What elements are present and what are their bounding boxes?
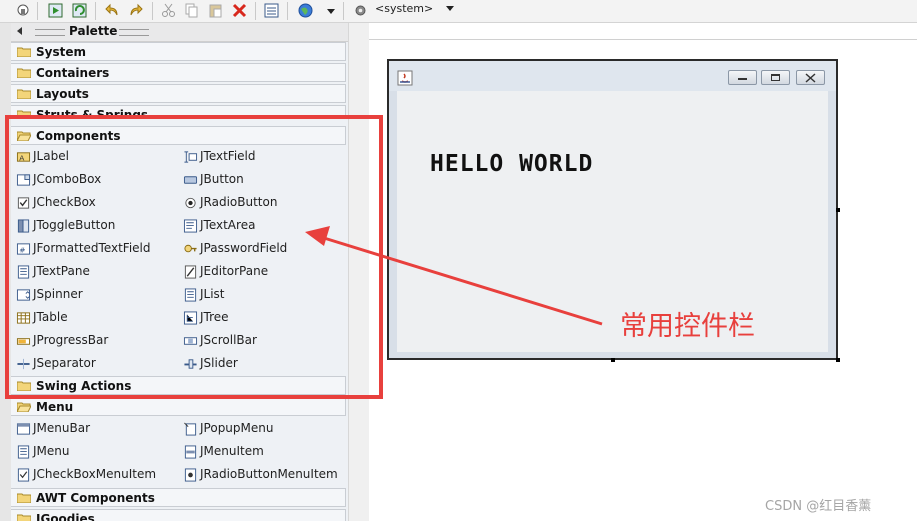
hello-label[interactable]: HELLO WORLD — [430, 151, 593, 177]
toolbar-separator — [95, 2, 96, 20]
palette-item-label: JMenuBar — [33, 421, 91, 435]
folder-icon — [17, 514, 31, 521]
category-awt-components[interactable]: AWT Components — [11, 488, 346, 507]
folder-icon — [17, 493, 31, 503]
folder-icon — [17, 47, 31, 57]
menu-icon — [17, 445, 30, 459]
undo-icon[interactable] — [104, 2, 121, 19]
toolbar-separator — [152, 2, 153, 20]
delete-icon[interactable] — [231, 2, 248, 19]
palette-item[interactable]: JCheckBoxMenuItem — [16, 465, 176, 485]
category-system[interactable]: System — [11, 42, 346, 61]
category-label: Containers — [36, 66, 110, 80]
design-icon[interactable] — [47, 2, 64, 19]
category-label: System — [36, 45, 86, 59]
toolbar-separator — [287, 2, 288, 20]
popupmenu-icon — [184, 422, 197, 436]
resize-handle[interactable] — [836, 208, 840, 212]
category-label: JGoodies — [36, 512, 95, 521]
palette-item-label: JPopupMenu — [200, 421, 274, 435]
minimize-icon[interactable] — [728, 70, 757, 85]
toolbar-separator — [255, 2, 256, 20]
menuitem-icon — [184, 445, 197, 459]
cut-icon[interactable] — [160, 2, 177, 19]
annotation-text: 常用控件栏 — [620, 311, 755, 342]
settings-icon[interactable] — [352, 2, 369, 19]
annotation-arrow — [305, 226, 603, 326]
paste-icon[interactable] — [207, 2, 224, 19]
palette-item-label: JMenuItem — [200, 444, 264, 458]
palette-item-label: JMenu — [33, 444, 70, 458]
palette-item[interactable]: JMenu — [16, 442, 176, 462]
palette-title: Palette — [69, 24, 118, 38]
look-and-feel-icon[interactable] — [297, 2, 314, 19]
look-and-feel-select[interactable]: <system> — [375, 2, 433, 15]
category-layouts[interactable]: Layouts — [11, 84, 346, 103]
folder-icon — [17, 89, 31, 99]
grip-icon[interactable] — [119, 29, 149, 36]
frame-title-bar[interactable] — [389, 61, 836, 91]
grip-icon[interactable] — [35, 29, 65, 36]
category-jgoodies[interactable]: JGoodies — [11, 509, 346, 521]
category-label: Menu — [36, 400, 74, 414]
palette-item[interactable]: JPopupMenu — [183, 419, 343, 439]
design-ruler-line — [369, 39, 917, 40]
chevron-down-icon[interactable] — [446, 6, 454, 11]
resize-handle[interactable] — [611, 358, 615, 362]
palette-header: Palette — [11, 23, 348, 42]
menubar-icon — [16, 423, 31, 435]
watermark: CSDN @红目香薰 — [765, 499, 872, 514]
folder-icon — [17, 68, 31, 78]
properties-icon[interactable] — [263, 2, 280, 19]
close-icon[interactable] — [796, 70, 825, 85]
resize-handle[interactable] — [836, 358, 840, 362]
category-containers[interactable]: Containers — [11, 63, 346, 82]
palette-item-label: JCheckBoxMenuItem — [33, 467, 157, 481]
toolbar-separator — [37, 2, 38, 20]
category-menu[interactable]: Menu — [11, 397, 346, 416]
palette-item[interactable]: JRadioButtonMenuItem — [183, 465, 343, 485]
palette-item-label: JRadioButtonMenuItem — [200, 467, 338, 481]
category-label: Layouts — [36, 87, 89, 101]
toolbar-separator — [343, 2, 344, 20]
checkbox-menuitem-icon — [17, 468, 30, 482]
folder-open-icon — [17, 402, 31, 412]
java-icon — [397, 70, 413, 86]
refresh-icon[interactable] — [71, 2, 88, 19]
palette-item[interactable]: JMenuItem — [183, 442, 343, 462]
radio-menuitem-icon — [184, 468, 197, 482]
collapse-arrow-icon[interactable] — [17, 27, 22, 35]
maximize-icon[interactable] — [761, 70, 790, 85]
palette-item[interactable]: JMenuBar — [16, 419, 176, 439]
main-toolbar: <system> — [0, 0, 917, 23]
copy-icon[interactable] — [183, 2, 200, 19]
redo-icon[interactable] — [127, 2, 144, 19]
navigator-icon[interactable] — [15, 2, 32, 19]
category-label: AWT Components — [36, 491, 155, 505]
dropdown-icon[interactable] — [322, 2, 339, 19]
